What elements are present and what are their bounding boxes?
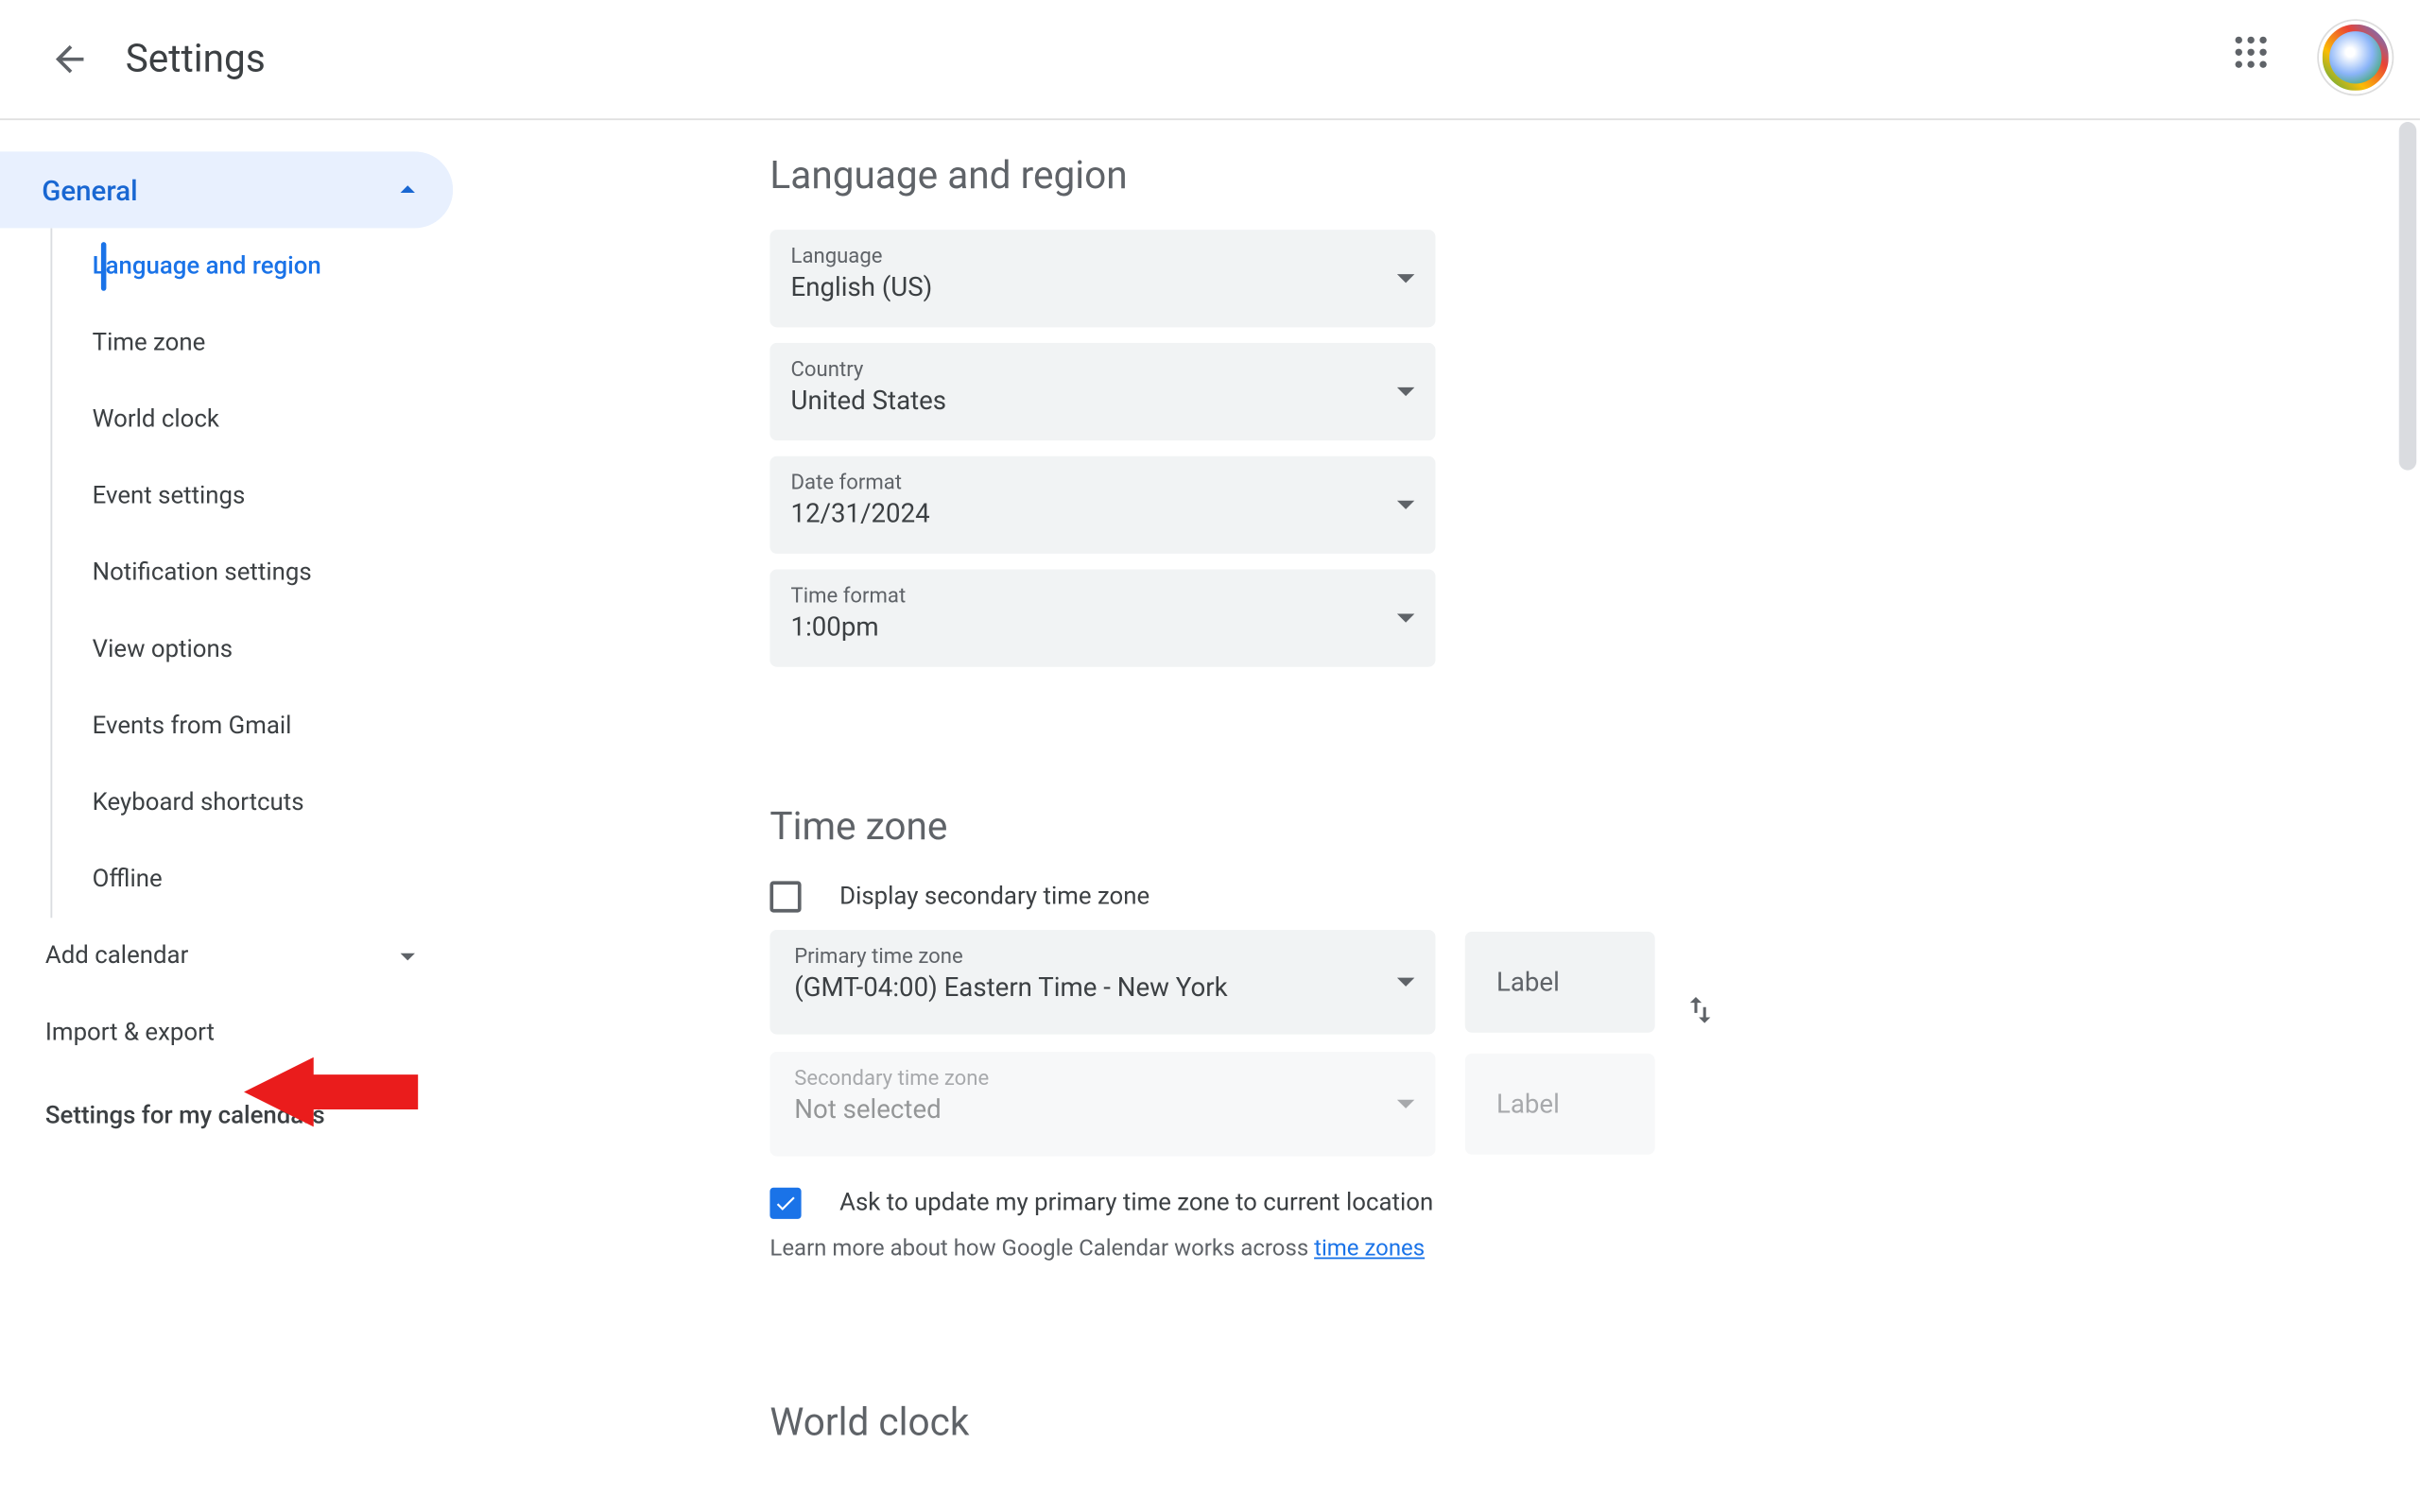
sidebar-item-import-export[interactable]: Import & export — [0, 994, 453, 1071]
sidebar-item-add-calendar[interactable]: Add calendar — [0, 918, 453, 994]
sidebar-item-offline[interactable]: Offline — [52, 841, 453, 918]
tz-learn-more: Learn more about how Google Calendar wor… — [770, 1237, 2420, 1263]
apps-grid-icon[interactable] — [2221, 23, 2291, 93]
chevron-down-icon — [390, 938, 425, 973]
sidebar-item-notification-settings[interactable]: Notification settings — [52, 535, 453, 611]
section-world-clock: World clock — [770, 1402, 2420, 1446]
caret-down-icon — [1397, 387, 1414, 396]
caret-down-icon — [1397, 274, 1414, 283]
sidebar-group-general[interactable]: General — [0, 151, 453, 228]
section-title-time-zone: Time zone — [770, 806, 2420, 850]
display-secondary-tz-checkbox[interactable] — [770, 882, 802, 913]
sidebar-item-keyboard-shortcuts[interactable]: Keyboard shortcuts — [52, 765, 453, 841]
secondary-tz-label-input: Label — [1465, 1054, 1655, 1155]
country-select[interactable]: Country United States — [770, 343, 1436, 440]
scrollbar[interactable] — [2395, 122, 2420, 1512]
time-zones-link[interactable]: time zones — [1314, 1237, 1425, 1263]
content-area: Language and region Language English (US… — [453, 120, 2420, 1512]
sidebar-item-view-options[interactable]: View options — [52, 611, 453, 688]
section-time-zone: Time zone Display secondary time zone Pr… — [770, 806, 2420, 1263]
ask-update-tz-checkbox[interactable] — [770, 1188, 802, 1219]
sidebar-item-events-gmail[interactable]: Events from Gmail — [52, 688, 453, 765]
section-language-region: Language and region Language English (US… — [770, 155, 2420, 667]
language-select[interactable]: Language English (US) — [770, 230, 1436, 327]
caret-down-icon — [1397, 501, 1414, 509]
sidebar-group-general-label: General — [42, 173, 137, 206]
redacted-region — [0, 1174, 383, 1487]
section-title-world-clock: World clock — [770, 1402, 2420, 1446]
ask-update-tz-label: Ask to update my primary time zone to cu… — [839, 1190, 1433, 1217]
primary-tz-select[interactable]: Primary time zone (GMT-04:00) Eastern Ti… — [770, 930, 1436, 1035]
swap-vert-icon[interactable] — [1683, 993, 1724, 1035]
caret-down-icon — [1397, 614, 1414, 623]
sidebar-item-time-zone[interactable]: Time zone — [52, 305, 453, 382]
sidebar-item-event-settings[interactable]: Event settings — [52, 458, 453, 535]
date-format-select[interactable]: Date format 12/31/2024 — [770, 456, 1436, 554]
chevron-up-icon — [390, 172, 425, 207]
sidebar-section-my-calendars: Settings for my calendars — [0, 1071, 453, 1143]
display-secondary-tz-label: Display secondary time zone — [839, 883, 1150, 910]
header: Settings — [0, 0, 2420, 120]
account-avatar[interactable] — [2319, 21, 2392, 94]
back-arrow-icon[interactable] — [49, 39, 91, 80]
caret-down-icon — [1397, 978, 1414, 987]
caret-down-icon — [1397, 1100, 1414, 1108]
page-title: Settings — [126, 38, 266, 81]
sidebar-item-world-clock[interactable]: World clock — [52, 382, 453, 458]
sidebar-item-language-region[interactable]: Language and region — [52, 228, 453, 304]
primary-tz-label-input[interactable]: Label — [1465, 932, 1655, 1033]
secondary-tz-select: Secondary time zone Not selected — [770, 1052, 1436, 1157]
section-title-language-region: Language and region — [770, 155, 2420, 198]
time-format-select[interactable]: Time format 1:00pm — [770, 570, 1436, 667]
